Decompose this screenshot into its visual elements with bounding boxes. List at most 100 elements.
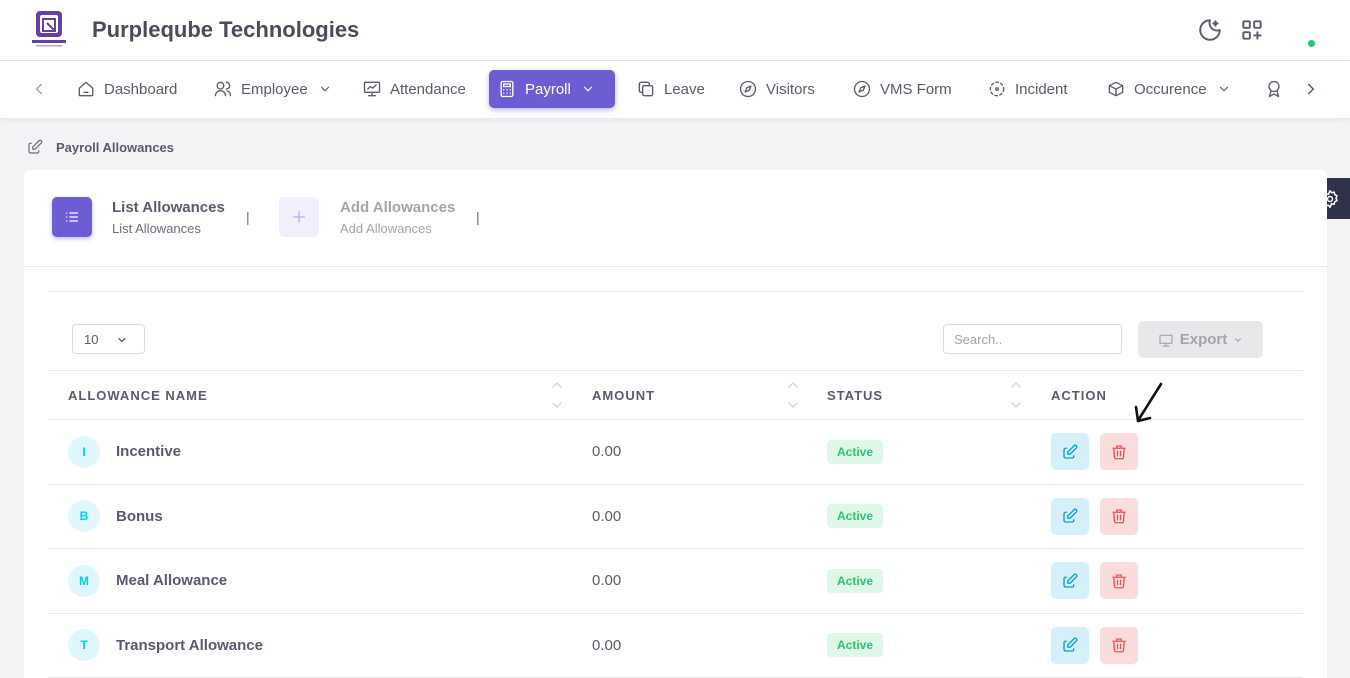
step-separator: | (246, 209, 250, 225)
focus-icon (989, 81, 1005, 97)
chevron-down-icon (1219, 86, 1228, 92)
sort-icon[interactable] (787, 381, 799, 409)
home-icon (78, 81, 94, 97)
datatable-wrapper: 10 Export ALLOWANCE NAME AMOUNT (48, 291, 1303, 678)
avatar: M (68, 564, 100, 597)
allowance-amount: 0.00 (572, 484, 807, 549)
export-label: Export (1179, 331, 1228, 348)
delete-button[interactable] (1100, 433, 1138, 471)
export-button[interactable]: Export (1138, 321, 1263, 358)
nav-item-awards[interactable] (1256, 70, 1300, 108)
column-header-label: ALLOWANCE NAME (68, 387, 208, 403)
nav-scroll-left-icon[interactable] (30, 80, 48, 98)
allowance-name: Incentive (116, 443, 182, 461)
page-length-value: 10 (84, 331, 99, 347)
trash-icon (1112, 445, 1126, 460)
nav-label: Attendance (390, 80, 466, 98)
wizard-stepper: List Allowances List Allowances | Add Al… (24, 170, 1327, 267)
nav-item-employee[interactable]: Employee (205, 70, 340, 108)
table-row: T Transport Allowance 0.00 Active (48, 613, 1303, 678)
trash-icon (1112, 509, 1126, 524)
nav-item-leave[interactable]: Leave (628, 70, 713, 108)
nav-label: Dashboard (104, 80, 178, 98)
delete-button[interactable] (1100, 562, 1138, 600)
column-header-label: AMOUNT (592, 387, 656, 403)
edit-icon (1063, 573, 1078, 588)
allowance-amount: 0.00 (572, 548, 807, 614)
table-row: M Meal Allowance 0.00 Active (48, 548, 1303, 614)
users-icon (214, 81, 232, 97)
edit-button[interactable] (1051, 562, 1089, 600)
chevron-down-icon (320, 86, 329, 92)
allowances-card: List Allowances List Allowances | Add Al… (24, 170, 1327, 678)
edit-icon (1063, 637, 1078, 652)
trash-icon (1112, 574, 1126, 589)
brand-name: Purpleqube Technologies (92, 17, 360, 42)
column-header-name[interactable]: ALLOWANCE NAME (48, 370, 572, 420)
dark-mode-icon[interactable] (1197, 17, 1223, 43)
step-separator: | (476, 209, 480, 225)
column-header-label: STATUS (827, 387, 884, 403)
copy-icon (638, 81, 654, 97)
avatar: B (68, 500, 100, 533)
annotation-arrow-icon (1134, 382, 1163, 423)
box-icon (1108, 81, 1124, 97)
edit-icon (1063, 508, 1078, 523)
nav-label: VMS Form (880, 80, 952, 98)
step-title[interactable]: List Allowances (112, 199, 225, 216)
nav-label: Visitors (766, 80, 815, 98)
nav-item-vms-form[interactable]: VMS Form (844, 70, 960, 108)
allowances-table: ALLOWANCE NAME AMOUNT STATUS ACTION I In… (48, 370, 1303, 678)
nav-label: Leave (664, 80, 705, 98)
step-subtitle: Add Allowances (340, 221, 432, 236)
sort-icon[interactable] (551, 381, 563, 409)
status-badge: Active (827, 504, 884, 529)
edit-button[interactable] (1051, 433, 1089, 471)
online-status-dot (1308, 40, 1315, 47)
allowance-amount: 0.00 (572, 613, 807, 678)
nav-item-occurence[interactable]: Occurence (1098, 70, 1239, 108)
delete-button[interactable] (1100, 497, 1138, 535)
compass-icon (739, 80, 757, 98)
page-length-select[interactable]: 10 (72, 324, 145, 354)
breadcrumb: Payroll Allowances (26, 138, 174, 156)
allowance-amount: 0.00 (572, 419, 807, 485)
search-input[interactable] (943, 324, 1122, 354)
page-title: Payroll Allowances (56, 139, 175, 155)
calculator-icon (500, 80, 514, 98)
plus-icon (293, 211, 305, 223)
apps-add-icon[interactable] (1239, 17, 1265, 43)
nav-label: Incident (1015, 80, 1068, 98)
main-navbar: Dashboard Employee Attendance Payroll Le… (0, 61, 1350, 118)
step-title[interactable]: Add Allowances (340, 199, 455, 216)
step-list-allowances[interactable] (52, 197, 92, 237)
column-header-label: ACTION (1051, 387, 1107, 403)
top-header: Purpleqube Technologies (0, 0, 1350, 61)
nav-item-attendance[interactable]: Attendance (354, 70, 474, 108)
nav-scroll-right-icon[interactable] (1302, 80, 1320, 98)
nav-item-visitors[interactable]: Visitors (730, 70, 823, 108)
table-row: B Bonus 0.00 Active (48, 484, 1303, 549)
step-subtitle: List Allowances (112, 221, 201, 236)
column-header-amount[interactable]: AMOUNT (572, 370, 807, 420)
nav-item-incident[interactable]: Incident (979, 70, 1076, 108)
compass-icon (853, 80, 871, 98)
table-header-row: ALLOWANCE NAME AMOUNT STATUS ACTION (48, 370, 1303, 420)
chevron-down-icon (1235, 337, 1242, 342)
delete-button[interactable] (1100, 626, 1138, 664)
nav-item-dashboard[interactable]: Dashboard (68, 70, 185, 108)
monitor-export-icon (1159, 334, 1173, 347)
edit-button[interactable] (1051, 497, 1089, 535)
step-add-allowances[interactable] (279, 197, 319, 237)
edit-pencil-icon (28, 139, 43, 154)
nav-item-payroll[interactable]: Payroll (489, 70, 615, 108)
status-badge: Active (827, 633, 884, 658)
sort-icon[interactable] (1010, 381, 1022, 409)
nav-label: Occurence (1134, 80, 1207, 98)
table-row: I Incentive 0.00 Active (48, 419, 1303, 485)
edit-button[interactable] (1051, 626, 1089, 664)
column-header-status[interactable]: STATUS (807, 370, 1031, 420)
avatar: I (68, 435, 100, 468)
chevron-down-icon (583, 86, 592, 92)
column-header-action: ACTION (1031, 370, 1303, 420)
